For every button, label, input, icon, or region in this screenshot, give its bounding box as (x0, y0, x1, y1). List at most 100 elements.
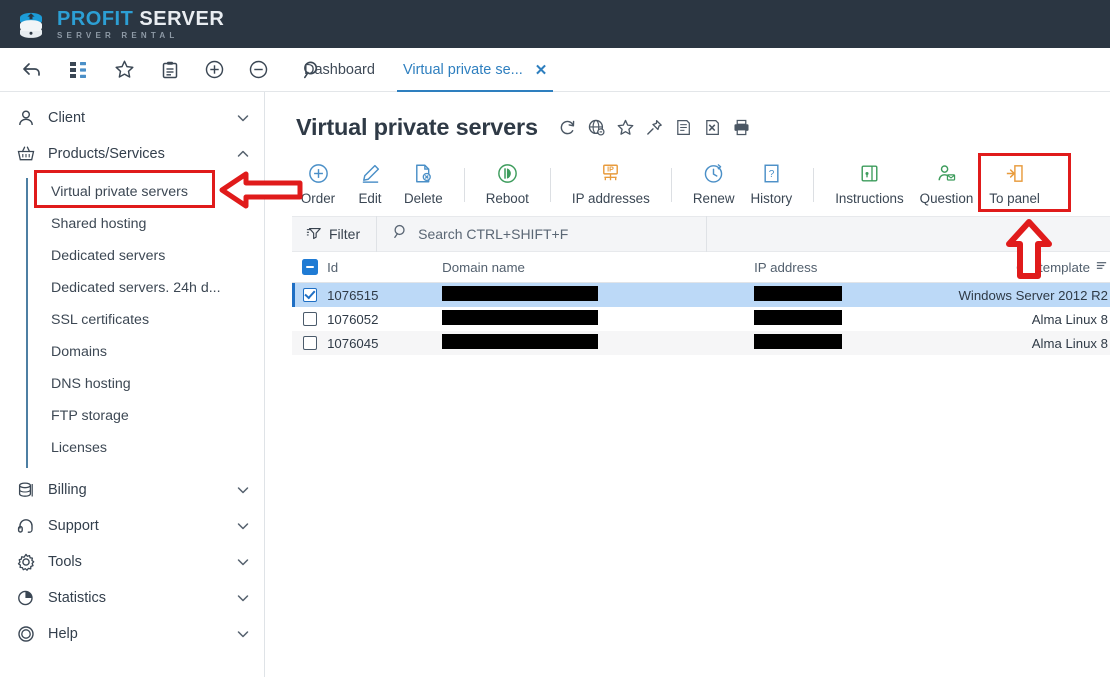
column-header-id[interactable]: Id (327, 260, 442, 275)
cell-domain-name (442, 310, 754, 328)
sidebar-item-label: Products/Services (48, 146, 165, 162)
tab-virtual-private-servers[interactable]: Virtual private se... ✕ (389, 48, 561, 92)
column-header-os-template[interactable]: OS template (939, 259, 1110, 275)
action-reboot[interactable]: Reboot (478, 152, 537, 206)
table-row[interactable]: 1076052 Alma Linux 8 (292, 307, 1110, 331)
sidebar-item-ssl-certificates[interactable]: SSL certificates (26, 304, 264, 336)
pie-chart-icon (16, 588, 40, 608)
checkbox-unchecked-icon (302, 336, 317, 350)
minus-circle-icon[interactable] (240, 52, 276, 88)
sidebar-item-shared-hosting[interactable]: Shared hosting (26, 208, 264, 240)
tab-dashboard[interactable]: Dashboard (290, 48, 389, 92)
action-renew[interactable]: Renew (685, 152, 743, 206)
sidebar-item-label: Statistics (48, 590, 107, 606)
sidebar-item-support[interactable]: Support (0, 508, 264, 544)
sidebar-item-tools[interactable]: Tools (0, 544, 264, 580)
instructions-icon (858, 160, 881, 186)
sidebar-item-licenses[interactable]: Licenses (26, 432, 264, 464)
sidebar-sub-label: FTP storage (51, 408, 129, 424)
chevron-down-icon[interactable] (236, 519, 250, 533)
user-icon (16, 108, 40, 128)
svg-text:?: ? (769, 168, 775, 179)
sitemap-tree-icon[interactable] (60, 52, 96, 88)
filter-button[interactable]: Filter (292, 216, 378, 252)
chevron-down-icon[interactable] (236, 591, 250, 605)
search-icon (392, 223, 409, 245)
action-edit[interactable]: Edit (344, 152, 396, 206)
sidebar-subnav-products: Virtual private servers Shared hosting D… (0, 176, 264, 468)
action-to-panel[interactable]: To panel (981, 152, 1048, 206)
chevron-down-icon[interactable] (236, 111, 250, 125)
filter-icon (306, 225, 322, 244)
sidebar-item-label: Tools (48, 554, 82, 570)
column-header-domain-name[interactable]: Domain name (442, 260, 754, 275)
sidebar-sub-label: SSL certificates (51, 312, 150, 328)
sidebar-item-help[interactable]: Help (0, 616, 264, 652)
print-icon[interactable] (732, 118, 751, 137)
pin-icon[interactable] (645, 118, 664, 137)
report-list-icon[interactable] (674, 118, 693, 137)
action-instructions[interactable]: Instructions (827, 152, 911, 206)
sidebar-item-client[interactable]: Client (0, 100, 264, 136)
star-icon[interactable] (616, 118, 635, 137)
select-all-checkbox[interactable] (292, 259, 327, 275)
sidebar-item-dedicated-servers[interactable]: Dedicated servers (26, 240, 264, 272)
action-label: Instructions (835, 191, 904, 206)
sidebar-sub-label: Licenses (51, 440, 107, 456)
tab-label: Dashboard (304, 62, 375, 78)
chevron-down-icon[interactable] (236, 627, 250, 641)
action-order[interactable]: Order (292, 152, 344, 206)
brand-name-primary: PROFIT (57, 7, 134, 30)
clipboard-icon[interactable] (152, 52, 188, 88)
action-question[interactable]: Question (912, 152, 982, 206)
refresh-icon[interactable] (558, 118, 577, 137)
cell-os-template: Alma Linux 8 (1031, 311, 1108, 327)
sidebar-item-label: Billing (48, 482, 87, 498)
star-favorite-icon[interactable] (106, 52, 142, 88)
sidebar-item-billing[interactable]: Billing (0, 472, 264, 508)
table-row[interactable]: 1076045 Alma Linux 8 (292, 331, 1110, 355)
question-page-icon: ? (760, 160, 783, 186)
row-checkbox[interactable] (292, 288, 327, 302)
action-label: History (750, 191, 793, 206)
row-checkbox[interactable] (292, 312, 327, 326)
chevron-up-icon[interactable] (236, 147, 250, 161)
tab-close-icon[interactable]: ✕ (535, 61, 548, 79)
cell-os-template: Windows Server 2012 R2 (958, 287, 1108, 303)
column-header-ip-address[interactable]: IP address (754, 260, 939, 275)
cell-ip-address (754, 286, 939, 304)
export-excel-icon[interactable] (703, 118, 722, 137)
redacted-bar (754, 310, 843, 325)
sidebar-item-products-services[interactable]: Products/Services (0, 136, 264, 172)
search-input[interactable]: Search CTRL+SHIFT+F (377, 216, 708, 252)
nav-icon-group (0, 48, 330, 92)
action-delete[interactable]: Delete (396, 152, 451, 206)
action-label: Delete (404, 191, 443, 206)
globe-link-icon[interactable] (587, 118, 606, 137)
power-reboot-icon (496, 160, 519, 186)
chevron-down-icon[interactable] (236, 555, 250, 569)
sidebar-item-statistics[interactable]: Statistics (0, 580, 264, 616)
back-arrow-icon[interactable] (14, 52, 50, 88)
action-ip-addresses[interactable]: IP IP addresses (564, 152, 658, 206)
sidebar-item-virtual-private-servers[interactable]: Virtual private servers (26, 176, 264, 208)
sidebar-item-dedicated-servers-24h[interactable]: Dedicated servers. 24h d... (26, 272, 264, 304)
help-circle-icon (16, 624, 40, 644)
brand-logo[interactable] (16, 9, 46, 39)
sidebar-item-label: Support (48, 518, 99, 534)
sidebar-item-dns-hosting[interactable]: DNS hosting (26, 368, 264, 400)
table-row[interactable]: 1076515 Windows Server 2012 R2 (292, 283, 1110, 307)
redacted-bar (442, 334, 599, 349)
billing-database-icon (16, 480, 40, 500)
sort-icon[interactable] (1095, 259, 1108, 275)
sidebar-item-domains[interactable]: Domains (26, 336, 264, 368)
action-history[interactable]: ? History (743, 152, 801, 206)
chevron-down-icon[interactable] (236, 483, 250, 497)
page-title: Virtual private servers (296, 114, 538, 140)
action-label: Order (300, 191, 336, 206)
plus-circle-icon[interactable] (196, 52, 232, 88)
sidebar-item-ftp-storage[interactable]: FTP storage (26, 400, 264, 432)
enter-panel-icon (1003, 160, 1026, 186)
redacted-bar (754, 334, 843, 349)
row-checkbox[interactable] (292, 336, 327, 350)
